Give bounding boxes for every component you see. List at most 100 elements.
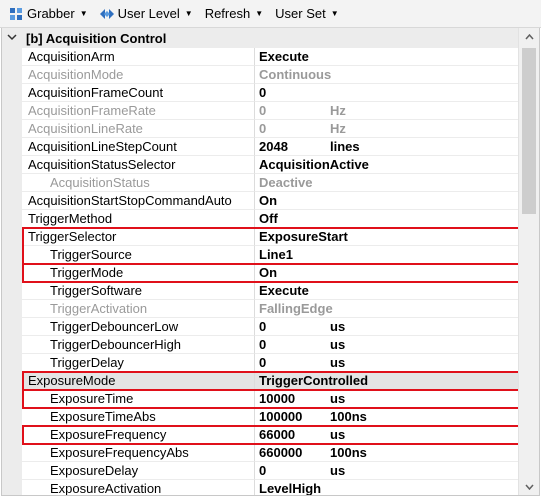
property-row[interactable]: ExposureActivation LevelHigh	[2, 480, 518, 495]
property-name[interactable]: TriggerMethod	[22, 210, 255, 228]
property-row[interactable]: TriggerDebouncerLow 0 us	[2, 318, 518, 336]
property-value-text: 2048	[259, 139, 288, 154]
property-row[interactable]: AcquisitionArm Execute	[2, 48, 518, 66]
chevron-down-icon: ▼	[79, 9, 88, 18]
property-name[interactable]: AcquisitionFrameCount	[22, 84, 255, 102]
property-name[interactable]: ExposureFrequency	[22, 426, 255, 444]
user-set-menu-button[interactable]: User Set ▼	[272, 3, 348, 25]
property-value[interactable]: 0 us	[255, 336, 518, 354]
property-row[interactable]: ExposureMode TriggerControlled	[2, 372, 518, 390]
category-header[interactable]: [b] Acquisition Control	[2, 28, 518, 48]
vertical-scrollbar[interactable]	[518, 28, 539, 495]
property-name[interactable]: AcquisitionStatus	[22, 174, 255, 192]
property-value[interactable]: Execute	[255, 282, 518, 300]
row-gutter	[2, 120, 22, 138]
property-name[interactable]: AcquisitionStartStopCommandAuto	[22, 192, 255, 210]
property-row[interactable]: ExposureDelay 0 us	[2, 462, 518, 480]
property-value[interactable]: LevelHigh	[255, 480, 518, 495]
property-name[interactable]: ExposureDelay	[22, 462, 255, 480]
property-row[interactable]: AcquisitionLineStepCount 2048 lines	[2, 138, 518, 156]
property-value-text: Line1	[259, 247, 293, 262]
property-row[interactable]: TriggerMode On	[2, 264, 518, 282]
property-unit: lines	[330, 139, 360, 154]
property-value-text: Execute	[259, 283, 309, 298]
property-name[interactable]: AcquisitionLineStepCount	[22, 138, 255, 156]
user-level-menu-button[interactable]: User Level ▼	[97, 3, 202, 25]
property-unit: 100ns	[330, 409, 367, 424]
collapse-chevron-icon[interactable]	[2, 33, 22, 44]
row-gutter	[2, 84, 22, 102]
property-row[interactable]: TriggerDebouncerHigh 0 us	[2, 336, 518, 354]
property-name[interactable]: ExposureMode	[22, 372, 255, 390]
property-row[interactable]: TriggerSelector ExposureStart	[2, 228, 518, 246]
property-value[interactable]: 0 us	[255, 354, 518, 372]
property-name[interactable]: ExposureActivation	[22, 480, 255, 495]
property-name[interactable]: AcquisitionFrameRate	[22, 102, 255, 120]
property-value[interactable]: 660000 100ns	[255, 444, 518, 462]
property-row[interactable]: AcquisitionStartStopCommandAuto On	[2, 192, 518, 210]
property-row[interactable]: TriggerSoftware Execute	[2, 282, 518, 300]
property-name[interactable]: TriggerSoftware	[22, 282, 255, 300]
scroll-down-icon[interactable]	[519, 478, 539, 495]
property-row[interactable]: AcquisitionLineRate 0 Hz	[2, 120, 518, 138]
scroll-up-icon[interactable]	[519, 28, 539, 46]
property-value-text: Execute	[259, 49, 309, 64]
grabber-menu-button[interactable]: Grabber ▼	[6, 3, 97, 25]
property-value[interactable]: 66000 us	[255, 426, 518, 444]
row-gutter	[2, 336, 22, 354]
property-value[interactable]: Execute	[255, 48, 518, 66]
property-row[interactable]: TriggerDelay 0 us	[2, 354, 518, 372]
property-value[interactable]: 100000 100ns	[255, 408, 518, 426]
property-value[interactable]: TriggerControlled	[255, 372, 518, 390]
property-name[interactable]: ExposureTime	[22, 390, 255, 408]
property-name[interactable]: TriggerMode	[22, 264, 255, 282]
property-name[interactable]: ExposureTimeAbs	[22, 408, 255, 426]
property-value-text: Continuous	[259, 67, 332, 82]
property-row[interactable]: TriggerSource Line1	[2, 246, 518, 264]
property-value[interactable]: Off	[255, 210, 518, 228]
property-value[interactable]: 2048 lines	[255, 138, 518, 156]
property-row[interactable]: AcquisitionStatus Deactive	[2, 174, 518, 192]
property-value[interactable]: 0 Hz	[255, 120, 518, 138]
property-value[interactable]: On	[255, 264, 518, 282]
property-name[interactable]: TriggerDelay	[22, 354, 255, 372]
property-value[interactable]: ExposureStart	[255, 228, 518, 246]
property-value[interactable]: Continuous	[255, 66, 518, 84]
property-value[interactable]: Deactive	[255, 174, 518, 192]
scrollbar-thumb[interactable]	[522, 48, 536, 214]
row-gutter	[2, 138, 22, 156]
chevron-down-icon: ▼	[255, 9, 264, 18]
property-value-text: 0	[259, 85, 267, 100]
property-row[interactable]: ExposureTime 10000 us	[2, 390, 518, 408]
property-name[interactable]: ExposureFrequencyAbs	[22, 444, 255, 462]
property-row[interactable]: AcquisitionFrameCount 0	[2, 84, 518, 102]
property-value[interactable]: Line1	[255, 246, 518, 264]
property-row[interactable]: AcquisitionStatusSelector AcquisitionActi…	[2, 156, 518, 174]
property-row[interactable]: AcquisitionMode Continuous	[2, 66, 518, 84]
property-row[interactable]: ExposureTimeAbs 100000 100ns	[2, 408, 518, 426]
property-value[interactable]: 0 us	[255, 318, 518, 336]
property-name[interactable]: AcquisitionMode	[22, 66, 255, 84]
property-value[interactable]: AcquisitionActive	[255, 156, 518, 174]
property-value-text: ExposureStart	[259, 229, 348, 244]
property-value[interactable]: 10000 us	[255, 390, 518, 408]
property-row[interactable]: ExposureFrequencyAbs 660000 100ns	[2, 444, 518, 462]
property-row[interactable]: AcquisitionFrameRate 0 Hz	[2, 102, 518, 120]
property-name[interactable]: TriggerSelector	[22, 228, 255, 246]
property-name[interactable]: TriggerActivation	[22, 300, 255, 318]
property-value[interactable]: 0 Hz	[255, 102, 518, 120]
property-name[interactable]: AcquisitionLineRate	[22, 120, 255, 138]
refresh-menu-button[interactable]: Refresh ▼	[202, 3, 272, 25]
property-row[interactable]: ExposureFrequency 66000 us	[2, 426, 518, 444]
property-value[interactable]: On	[255, 192, 518, 210]
property-name[interactable]: AcquisitionStatusSelector	[22, 156, 255, 174]
property-value[interactable]: FallingEdge	[255, 300, 518, 318]
property-name[interactable]: AcquisitionArm	[22, 48, 255, 66]
property-name[interactable]: TriggerDebouncerLow	[22, 318, 255, 336]
property-value[interactable]: 0 us	[255, 462, 518, 480]
property-name[interactable]: TriggerDebouncerHigh	[22, 336, 255, 354]
property-value[interactable]: 0	[255, 84, 518, 102]
property-name[interactable]: TriggerSource	[22, 246, 255, 264]
property-row[interactable]: TriggerActivation FallingEdge	[2, 300, 518, 318]
property-row[interactable]: TriggerMethod Off	[2, 210, 518, 228]
